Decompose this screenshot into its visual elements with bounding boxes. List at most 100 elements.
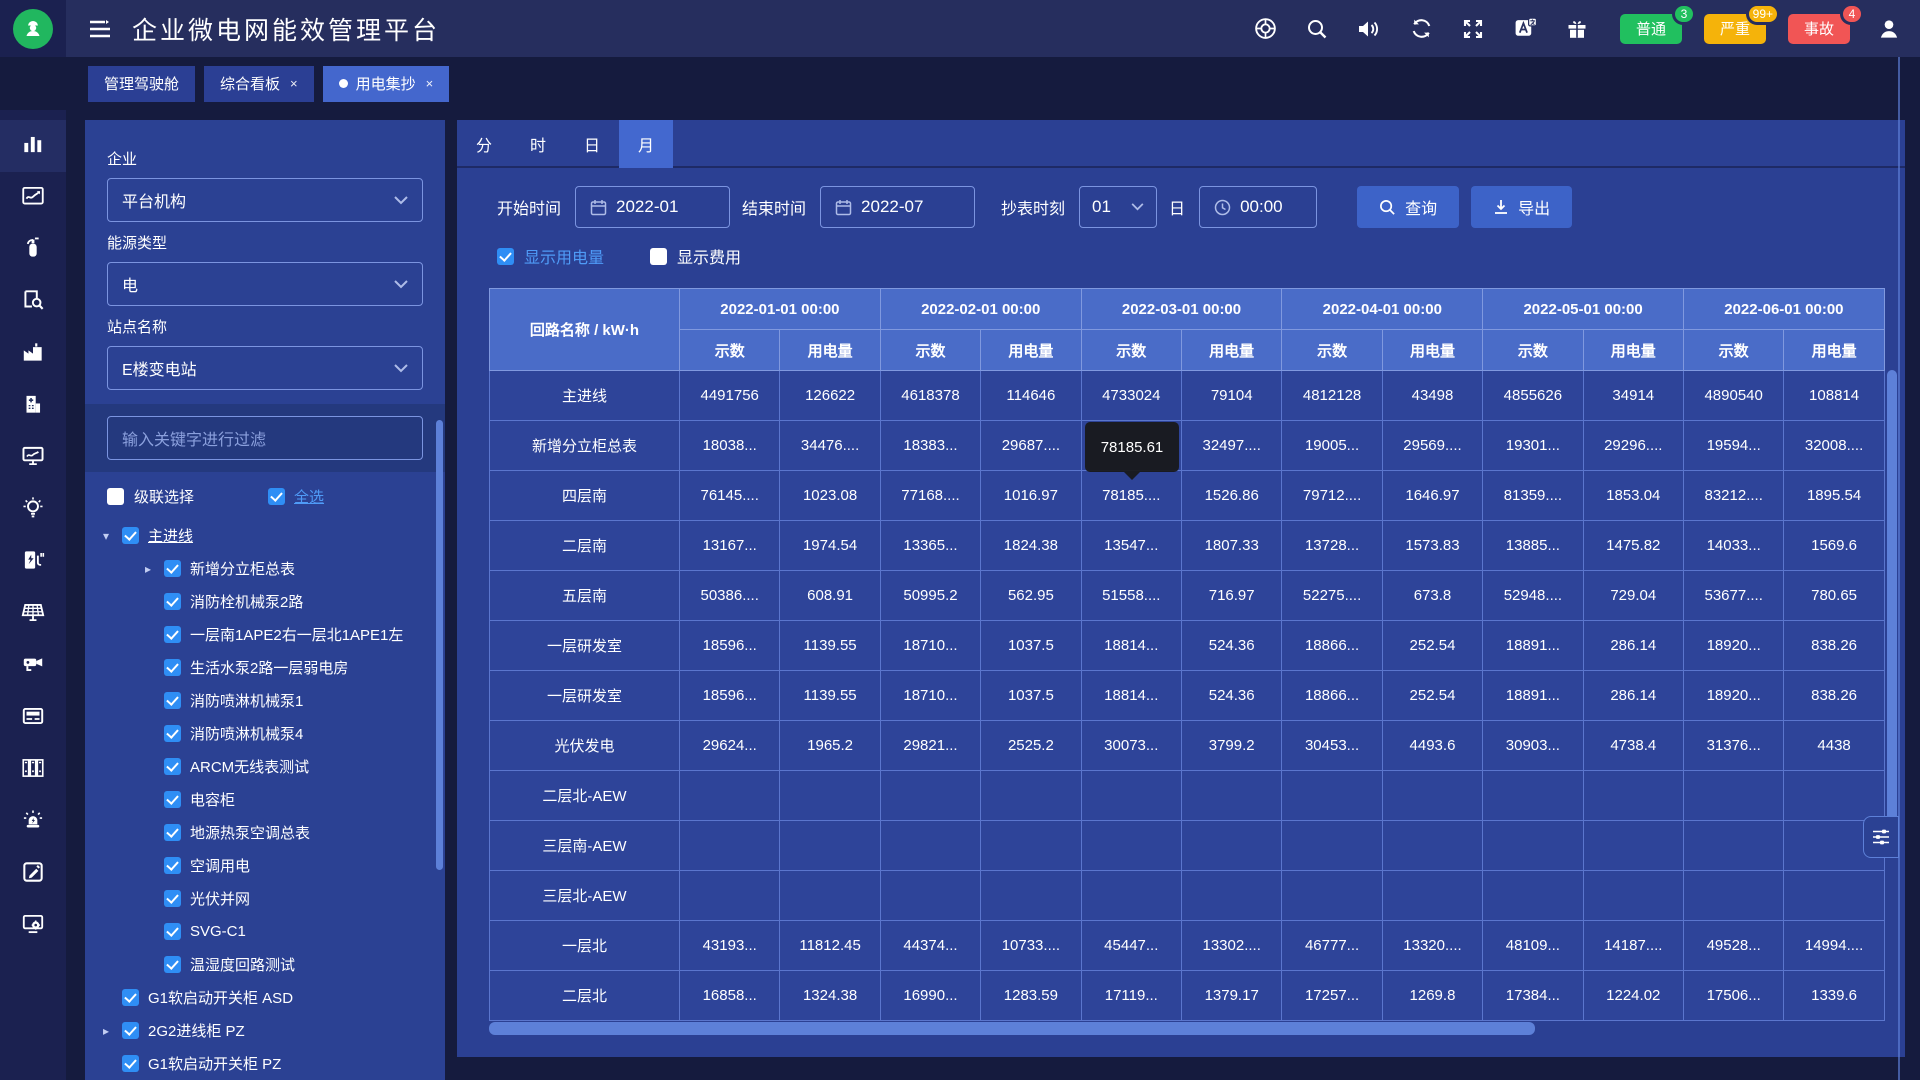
value-cell[interactable] <box>780 771 880 821</box>
value-cell[interactable] <box>1081 771 1181 821</box>
value-cell[interactable]: 4812128 <box>1282 371 1382 421</box>
tree-checkbox[interactable] <box>122 1022 139 1039</box>
value-cell[interactable]: 52948.... <box>1483 571 1583 621</box>
meter-day-select[interactable]: 01 <box>1079 186 1157 228</box>
value-cell[interactable]: 524.36 <box>1181 671 1281 721</box>
value-cell[interactable] <box>1483 771 1583 821</box>
value-cell[interactable]: 44374... <box>880 921 980 971</box>
tree-checkbox[interactable] <box>164 560 181 577</box>
value-cell[interactable]: 252.54 <box>1382 621 1482 671</box>
value-cell[interactable]: 17257... <box>1282 971 1382 1021</box>
alarm-badge[interactable]: 事故4 <box>1788 14 1850 44</box>
value-cell[interactable]: 18920... <box>1683 621 1783 671</box>
show-energy-checkbox[interactable] <box>497 248 514 265</box>
close-icon[interactable]: × <box>426 76 434 91</box>
tree-item[interactable]: 生活水泵2路一层弱电房 <box>99 651 445 684</box>
value-cell[interactable]: 126622 <box>780 371 880 421</box>
value-cell[interactable]: 18710... <box>880 671 980 721</box>
tree-checkbox[interactable] <box>164 956 181 973</box>
tree-filter-input[interactable]: 输入关键字进行过滤 <box>107 416 423 460</box>
tree-checkbox[interactable] <box>164 791 181 808</box>
tree-item-label[interactable]: 温湿度回路测试 <box>190 954 295 975</box>
value-cell[interactable]: 13365... <box>880 521 980 571</box>
select-all-label[interactable]: 全选 <box>294 486 324 507</box>
translate-icon[interactable] <box>1512 16 1538 42</box>
tree-item[interactable]: ▾主进线 <box>99 519 445 552</box>
value-cell[interactable]: 18866... <box>1282 671 1382 721</box>
value-cell[interactable]: 18891... <box>1483 621 1583 671</box>
value-cell[interactable]: 16990... <box>880 971 980 1021</box>
value-cell[interactable] <box>1081 871 1181 921</box>
tree-item-label[interactable]: 地源热泵空调总表 <box>190 822 310 843</box>
tree-checkbox[interactable] <box>164 857 181 874</box>
value-cell[interactable]: 46777... <box>1282 921 1382 971</box>
value-cell[interactable]: 4438 <box>1784 721 1884 771</box>
value-cell[interactable]: 608.91 <box>780 571 880 621</box>
value-cell[interactable] <box>1181 771 1281 821</box>
value-cell[interactable]: 1139.55 <box>780 671 880 721</box>
value-cell[interactable] <box>880 871 980 921</box>
value-cell[interactable]: 18596... <box>680 671 780 721</box>
value-cell[interactable]: 286.14 <box>1583 671 1683 721</box>
value-cell[interactable]: 18038... <box>680 421 780 471</box>
value-cell[interactable]: 29569.... <box>1382 421 1482 471</box>
tree-item-label[interactable]: ARCM无线表测试 <box>190 756 309 777</box>
value-cell[interactable] <box>1683 771 1783 821</box>
table-vertical-scrollbar[interactable] <box>1887 370 1899 1022</box>
value-cell[interactable]: 79712.... <box>1282 471 1382 521</box>
tree-checkbox[interactable] <box>164 923 181 940</box>
value-cell[interactable]: 673.8 <box>1382 571 1482 621</box>
value-cell[interactable]: 1853.04 <box>1583 471 1683 521</box>
value-cell[interactable]: 18814... <box>1081 671 1181 721</box>
period-tab[interactable]: 分 <box>457 120 511 168</box>
value-cell[interactable]: 1379.17 <box>1181 971 1281 1021</box>
tree-item-label[interactable]: 消防喷淋机械泵4 <box>190 723 303 744</box>
sidebar-item-fire-extinguisher[interactable] <box>0 224 66 276</box>
value-cell[interactable]: 1974.54 <box>780 521 880 571</box>
value-cell[interactable] <box>1282 821 1382 871</box>
value-cell[interactable]: 16858... <box>680 971 780 1021</box>
value-cell[interactable]: 252.54 <box>1382 671 1482 721</box>
value-cell[interactable]: 18920... <box>1683 671 1783 721</box>
value-cell[interactable] <box>1382 871 1482 921</box>
tree-item-label[interactable]: 一层南1APE2右一层北1APE1左 <box>190 624 403 645</box>
value-cell[interactable]: 17506... <box>1683 971 1783 1021</box>
sidebar-item-edit[interactable] <box>0 848 66 900</box>
value-cell[interactable]: 1339.6 <box>1784 971 1884 1021</box>
value-cell[interactable]: 52275.... <box>1282 571 1382 621</box>
value-cell[interactable]: 14994.... <box>1784 921 1884 971</box>
value-cell[interactable] <box>1683 871 1783 921</box>
value-cell[interactable]: 1965.2 <box>780 721 880 771</box>
sidebar-item-cctv-camera[interactable] <box>0 640 66 692</box>
sidebar-item-trend-chart[interactable] <box>0 172 66 224</box>
value-cell[interactable] <box>981 821 1081 871</box>
value-cell[interactable]: 45447... <box>1081 921 1181 971</box>
show-cost-checkbox[interactable] <box>650 248 667 265</box>
value-cell[interactable]: 4738.4 <box>1583 721 1683 771</box>
alarm-badge[interactable]: 普通3 <box>1620 14 1682 44</box>
value-cell[interactable]: 4493.6 <box>1382 721 1482 771</box>
value-cell[interactable]: 1023.08 <box>780 471 880 521</box>
value-cell[interactable]: 83212.... <box>1683 471 1783 521</box>
value-cell[interactable]: 79104 <box>1181 371 1281 421</box>
sidebar-item-lightbulb[interactable] <box>0 484 66 536</box>
value-cell[interactable]: 1569.6 <box>1784 521 1884 571</box>
value-cell[interactable]: 49528... <box>1683 921 1783 971</box>
tree-item[interactable]: 光伏并网 <box>99 882 445 915</box>
sidebar-item-monitor-settings[interactable] <box>0 900 66 952</box>
start-time-input[interactable]: 2022-01 <box>575 186 730 228</box>
tree-item[interactable]: 地源热泵空调总表 <box>99 816 445 849</box>
value-cell[interactable]: 4618378 <box>880 371 980 421</box>
value-cell[interactable] <box>680 821 780 871</box>
value-cell[interactable] <box>1081 821 1181 871</box>
tree-item-label[interactable]: 消防喷淋机械泵1 <box>190 690 303 711</box>
value-cell[interactable]: 34476.... <box>780 421 880 471</box>
tree-checkbox[interactable] <box>122 1055 139 1072</box>
value-cell[interactable]: 32008.... <box>1784 421 1884 471</box>
value-cell[interactable]: 838.26 <box>1784 671 1884 721</box>
tree-checkbox[interactable] <box>122 989 139 1006</box>
value-cell[interactable]: 729.04 <box>1583 571 1683 621</box>
value-cell[interactable] <box>981 771 1081 821</box>
value-cell[interactable]: 43498 <box>1382 371 1482 421</box>
user-icon[interactable] <box>1876 16 1902 42</box>
